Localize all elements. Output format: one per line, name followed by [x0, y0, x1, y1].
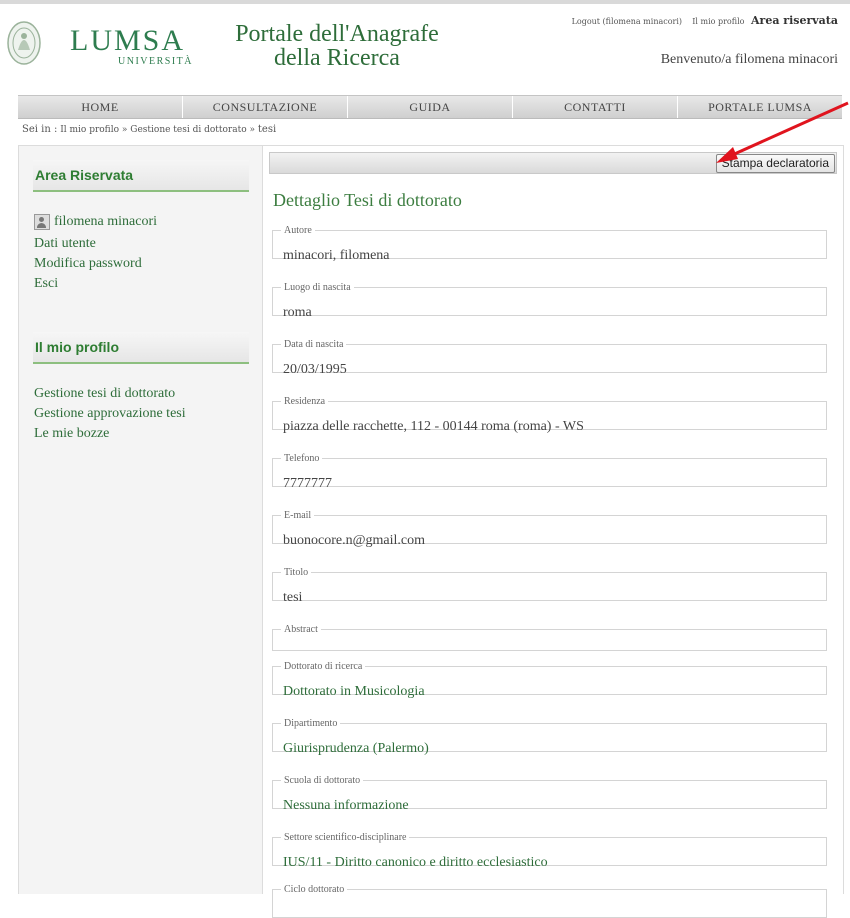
field-settore: Settore scientifico-disciplinare IUS/11 …: [272, 832, 827, 870]
site-title: Portale dell'Anagrafe della Ricerca: [222, 22, 452, 70]
sidebar-heading-profile: Il mio profilo: [33, 332, 249, 364]
field-label: Dipartimento: [284, 718, 338, 729]
field-label: Dottorato di ricerca: [284, 661, 363, 672]
field-value: roma: [283, 305, 312, 320]
logout-link[interactable]: Logout (filomena minacori): [572, 17, 682, 26]
breadcrumb-lead: Sei in :: [22, 124, 58, 135]
top-links: Logout (filomena minacori) Il mio profil…: [572, 14, 838, 27]
sidebar-item-bozze[interactable]: Le mie bozze: [34, 424, 263, 444]
field-value: Dottorato in Musicologia: [283, 684, 425, 699]
logo-wordmark: LUMSA: [70, 24, 186, 57]
profile-link[interactable]: Il mio profilo: [692, 17, 744, 26]
university-seal-icon: [6, 20, 42, 66]
field-value: 7777777: [283, 476, 332, 491]
nav-home[interactable]: HOME: [18, 96, 183, 118]
field-label: Autore: [284, 225, 312, 236]
field-value: minacori, filomena: [283, 248, 390, 263]
section-title: Dettaglio Tesi di dottorato: [273, 190, 462, 210]
main-nav: HOME CONSULTAZIONE GUIDA CONTATTI PORTAL…: [18, 95, 842, 119]
field-telefono: Telefono 7777777: [272, 453, 827, 491]
thesis-detail-panel: Stampa declaratoria Dettaglio Tesi di do…: [262, 145, 844, 918]
user-icon: [34, 214, 50, 230]
field-value: buonocore.n@gmail.com: [283, 533, 425, 548]
nav-guida[interactable]: GUIDA: [348, 96, 513, 118]
sidebar-user-name: filomena minacori: [54, 214, 158, 229]
field-label: Abstract: [284, 624, 318, 635]
print-declaration-button[interactable]: Stampa declaratoria: [715, 154, 835, 173]
field-label: Telefono: [284, 453, 320, 464]
breadcrumb-profile[interactable]: Il mio profilo: [60, 125, 119, 135]
sidebar: Area Riservata filomena minacori Dati ut…: [18, 145, 264, 894]
top-rule: [0, 0, 850, 4]
field-residenza: Residenza piazza delle racchette, 112 - …: [272, 396, 827, 434]
reserved-area-link[interactable]: Area riservata: [751, 14, 838, 27]
field-autore: Autore minacori, filomena: [272, 225, 827, 263]
site-title-line1: Portale dell'Anagrafe: [235, 21, 439, 47]
breadcrumb: Sei in : Il mio profilo » Gestione tesi …: [22, 124, 276, 135]
sidebar-item-gestione-tesi[interactable]: Gestione tesi di dottorato: [34, 384, 263, 404]
breadcrumb-thesis-management[interactable]: Gestione tesi di dottorato: [130, 125, 246, 135]
field-email: E-mail buonocore.n@gmail.com: [272, 510, 827, 548]
field-label: Scuola di dottorato: [284, 775, 361, 786]
nav-portale-lumsa[interactable]: PORTALE LUMSA: [678, 96, 842, 118]
field-value: Nessuna informazione: [283, 798, 409, 813]
field-value: piazza delle racchette, 112 - 00144 roma…: [283, 419, 584, 434]
sidebar-heading-reserved: Area Riservata: [33, 160, 249, 192]
site-title-line2: della Ricerca: [274, 45, 400, 71]
breadcrumb-current: tesi: [257, 124, 277, 135]
breadcrumb-separator: »: [121, 125, 128, 135]
panel-toolbar: Stampa declaratoria: [269, 152, 837, 174]
field-value: IUS/11 - Diritto canonico e diritto eccl…: [283, 855, 548, 870]
nav-consultazione[interactable]: CONSULTAZIONE: [183, 96, 348, 118]
field-luogo-nascita: Luogo di nascita roma: [272, 282, 827, 320]
field-label: Ciclo dottorato: [284, 884, 345, 895]
field-label: E-mail: [284, 510, 312, 521]
field-label: Residenza: [284, 396, 326, 407]
field-ciclo-dottorato: Ciclo dottorato: [272, 884, 827, 918]
field-label: Titolo: [284, 567, 309, 578]
field-dipartimento: Dipartimento Giurisprudenza (Palermo): [272, 718, 827, 756]
field-dottorato: Dottorato di ricerca Dottorato in Musico…: [272, 661, 827, 699]
nav-contatti[interactable]: CONTATTI: [513, 96, 678, 118]
logo-subtitle: UNIVERSITÀ: [118, 56, 193, 67]
sidebar-item-esci[interactable]: Esci: [34, 274, 263, 294]
field-abstract: Abstract: [272, 624, 827, 651]
field-value: tesi: [283, 590, 303, 605]
field-label: Settore scientifico-disciplinare: [284, 832, 407, 843]
field-value: 20/03/1995: [283, 362, 347, 377]
welcome-message: Benvenuto/a filomena minacori: [660, 52, 838, 67]
field-label: Data di nascita: [284, 339, 344, 350]
field-label: Luogo di nascita: [284, 282, 351, 293]
sidebar-item-modifica-password[interactable]: Modifica password: [34, 254, 263, 274]
field-data-nascita: Data di nascita 20/03/1995: [272, 339, 827, 377]
sidebar-user[interactable]: filomena minacori: [34, 212, 263, 232]
field-scuola-dottorato: Scuola di dottorato Nessuna informazione: [272, 775, 827, 813]
sidebar-item-dati-utente[interactable]: Dati utente: [34, 234, 263, 254]
field-value: Giurisprudenza (Palermo): [283, 741, 429, 756]
breadcrumb-separator: »: [249, 125, 256, 135]
sidebar-item-approvazione-tesi[interactable]: Gestione approvazione tesi: [34, 404, 263, 424]
field-titolo: Titolo tesi: [272, 567, 827, 605]
